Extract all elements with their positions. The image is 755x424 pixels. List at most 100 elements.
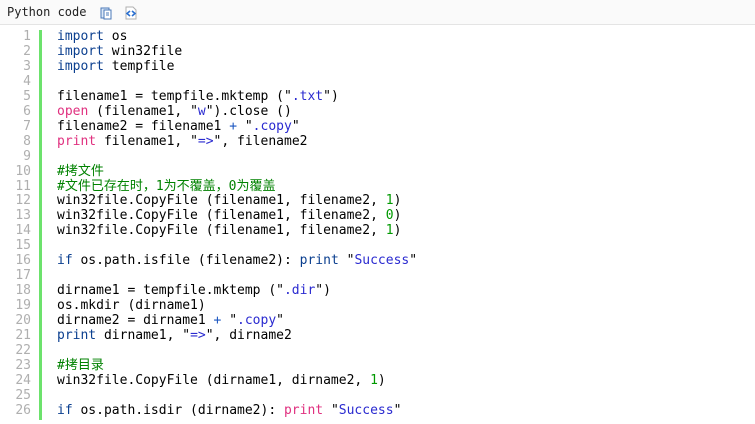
code-token: w — [197, 103, 206, 119]
code-text: #文件已存在时，1为不覆盖，0为覆盖 — [57, 178, 276, 195]
code-token: win32file — [103, 43, 183, 59]
code-token: Success — [354, 253, 410, 269]
code-line: 24 win32file.CopyFile (dirname1, dirname2… — [0, 372, 755, 389]
code-token: filename1 = tempfile.mktemp ( — [57, 88, 284, 104]
code-line: 9 — [0, 149, 755, 165]
code-token: print — [299, 253, 339, 269]
code-token: + — [229, 118, 238, 134]
line-number: 19 — [15, 298, 31, 314]
code-line: 15 — [0, 238, 755, 254]
code-line: 25 — [0, 387, 755, 404]
code-token: " — [315, 283, 324, 299]
code-token: os.path.isfile (filename2): — [72, 253, 300, 269]
code-token: " — [409, 253, 418, 269]
code-text: if os.path.isfile (filename2): print "Su… — [57, 253, 418, 269]
code-token: .dir — [283, 283, 316, 299]
code-line: 23 #拷目录 — [0, 357, 755, 374]
code-text: win32file.CopyFile (filename1, filename2… — [57, 223, 402, 239]
code-line: 11 #文件已存在时，1为不覆盖，0为覆盖 — [0, 178, 755, 195]
code-text: import os — [57, 29, 127, 45]
code-token: #拷文件 — [57, 163, 104, 179]
code-text: import win32file — [57, 43, 183, 60]
code-block-header: Python code — [0, 0, 755, 25]
code-line: 17 — [0, 268, 755, 284]
line-number: 14 — [15, 223, 31, 239]
view-source-icon[interactable] — [124, 5, 138, 20]
line-number: 12 — [15, 193, 31, 209]
code-token: 0 — [385, 208, 394, 224]
code-text: os.mkdir (dirname1) — [57, 298, 206, 314]
code-text: #拷目录 — [57, 357, 104, 374]
code-token: if — [57, 253, 73, 269]
code-language-title: Python code — [7, 5, 87, 19]
code-text: win32file.CopyFile (filename1, filename2… — [57, 208, 402, 224]
code-token: dirname1, — [96, 328, 183, 344]
code-token: ) — [393, 193, 402, 209]
code-text: dirname2 = dirname1 + ".copy" — [57, 313, 284, 329]
code-token: " — [291, 118, 300, 134]
code-line: 26 if os.path.isdir (dirname2): print "Su… — [0, 402, 755, 419]
code-text: open (filename1, "w").close () — [57, 103, 292, 120]
code-line: 8 print filename1, "=>", filename2 — [0, 133, 755, 150]
code-token: #拷目录 — [57, 357, 104, 373]
code-token: => — [190, 328, 206, 344]
code-line: 12 win32file.CopyFile (filename1, filenam… — [0, 194, 755, 209]
code-line: 20 dirname2 = dirname1 + ".copy" — [0, 313, 755, 329]
code-line: 5 filename1 = tempfile.mktemp (".txt") — [0, 88, 755, 105]
code-line: 16 if os.path.isfile (filename2): print "… — [0, 253, 755, 269]
code-text: #拷文件 — [57, 163, 104, 180]
code-token: .copy — [237, 313, 277, 329]
line-number: 16 — [15, 253, 31, 269]
code-token: os.mkdir (dirname1) — [57, 298, 206, 314]
code-token: " — [276, 313, 284, 329]
code-token: import — [57, 58, 104, 74]
code-token: (filename1, — [88, 103, 191, 119]
code-token: .copy — [252, 118, 292, 134]
code-token: open — [57, 103, 89, 119]
code-token: " — [182, 328, 191, 344]
code-token: print — [57, 328, 97, 344]
code-token: ) — [393, 223, 402, 239]
line-number: 5 — [23, 88, 31, 104]
code-token: " — [205, 328, 214, 344]
code-line: 13 win32file.CopyFile (filename1, filenam… — [0, 208, 755, 224]
code-block: 1 import os 2 import win32file 3 import tempf… — [0, 29, 755, 419]
line-number: 24 — [15, 372, 31, 388]
code-token: .txt — [291, 88, 324, 104]
code-token: 1 — [385, 193, 394, 209]
code-token: " — [323, 88, 331, 104]
line-number: 21 — [15, 328, 31, 344]
code-line: 6 open (filename1, "w").close () — [0, 103, 755, 120]
line-number: 25 — [15, 387, 31, 403]
code-token: ) — [323, 283, 331, 299]
code-token: " — [393, 402, 402, 418]
code-token: win32file.CopyFile (filename1, filename2… — [57, 223, 386, 239]
code-token: ) — [393, 208, 402, 224]
code-text: win32file.CopyFile (filename1, filename2… — [57, 194, 401, 209]
line-number: 7 — [23, 118, 31, 134]
code-line: 4 — [0, 74, 755, 90]
code-token: win32file.CopyFile (filename1, filename2… — [57, 193, 386, 209]
code-text: if os.path.isdir (dirname2): print "Succ… — [57, 402, 402, 419]
code-token: print — [283, 402, 324, 418]
code-token: " — [330, 402, 339, 418]
code-text: filename1 = tempfile.mktemp (".txt") — [57, 88, 339, 105]
code-token: 1 — [370, 372, 378, 388]
code-token: os.path.isdir (dirname2): — [72, 402, 284, 418]
line-number: 11 — [15, 178, 31, 194]
code-line: 22 — [0, 343, 755, 359]
code-token: print — [57, 133, 97, 149]
line-number: 23 — [15, 357, 31, 373]
code-token: #文件已存在时，1为不覆盖，0为覆盖 — [57, 178, 276, 194]
code-token: win32file.CopyFile (dirname1, dirname2, — [57, 372, 371, 388]
code-token: dirname1 = tempfile.mktemp ( — [57, 283, 277, 299]
code-token: , filename2 — [221, 133, 308, 149]
copy-icon[interactable] — [99, 5, 113, 20]
line-number: 13 — [15, 208, 31, 224]
code-line: 14 win32file.CopyFile (filename1, filenam… — [0, 223, 755, 239]
line-number: 15 — [15, 238, 31, 254]
code-token: 1 — [385, 223, 394, 239]
code-text: dirname1 = tempfile.mktemp (".dir") — [57, 283, 331, 299]
